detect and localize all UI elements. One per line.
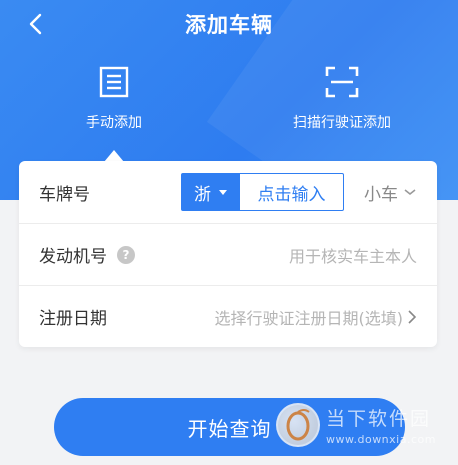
plate-input-group: 浙 点击输入 [181, 173, 344, 211]
tab-manual-add-label: 手动添加 [86, 115, 142, 131]
watermark: 当下软件园 www.downxia.com [276, 395, 458, 455]
engine-row[interactable]: 发动机号 ? 用于核实车主本人 [19, 223, 437, 285]
tab-scan-add[interactable]: 扫描行驶证添加 [252, 64, 432, 132]
province-value: 浙 [194, 184, 211, 205]
register-date-input[interactable]: 选择行驶证注册日期(选填) [215, 305, 404, 329]
page-title: 添加车辆 [185, 13, 273, 37]
car-type-value: 小车 [364, 184, 398, 205]
caret-down-icon [219, 189, 227, 195]
plate-number-input[interactable]: 点击输入 [240, 173, 344, 211]
tab-scan-add-label: 扫描行驶证添加 [293, 115, 391, 131]
scan-frame-icon [325, 66, 359, 98]
tab-manual-add[interactable]: 手动添加 [24, 64, 204, 132]
document-list-icon [99, 66, 129, 98]
car-type-select[interactable]: 小车 [364, 180, 417, 205]
register-date-label: 注册日期 [39, 309, 107, 329]
vehicle-form-card: 车牌号 浙 点击输入 小车 发动机号 ? 用于核实车主本人 注册日期 选择行驶证… [19, 161, 437, 347]
plate-row: 车牌号 浙 点击输入 小车 [19, 161, 437, 223]
help-icon[interactable]: ? [117, 245, 135, 264]
engine-number-input[interactable]: 用于核实车主本人 [289, 243, 417, 267]
start-query-label: 开始查询 [187, 416, 272, 441]
watermark-url: www.downxia.com [326, 433, 436, 446]
chevron-down-icon [404, 189, 416, 196]
province-select[interactable]: 浙 [181, 173, 240, 211]
watermark-name: 当下软件园 [326, 408, 432, 430]
engine-label: 发动机号 [39, 247, 107, 267]
chevron-right-icon [408, 309, 417, 324]
plate-label: 车牌号 [39, 184, 90, 205]
register-date-row[interactable]: 注册日期 选择行驶证注册日期(选填) [19, 285, 437, 347]
watermark-logo-icon [276, 403, 320, 447]
